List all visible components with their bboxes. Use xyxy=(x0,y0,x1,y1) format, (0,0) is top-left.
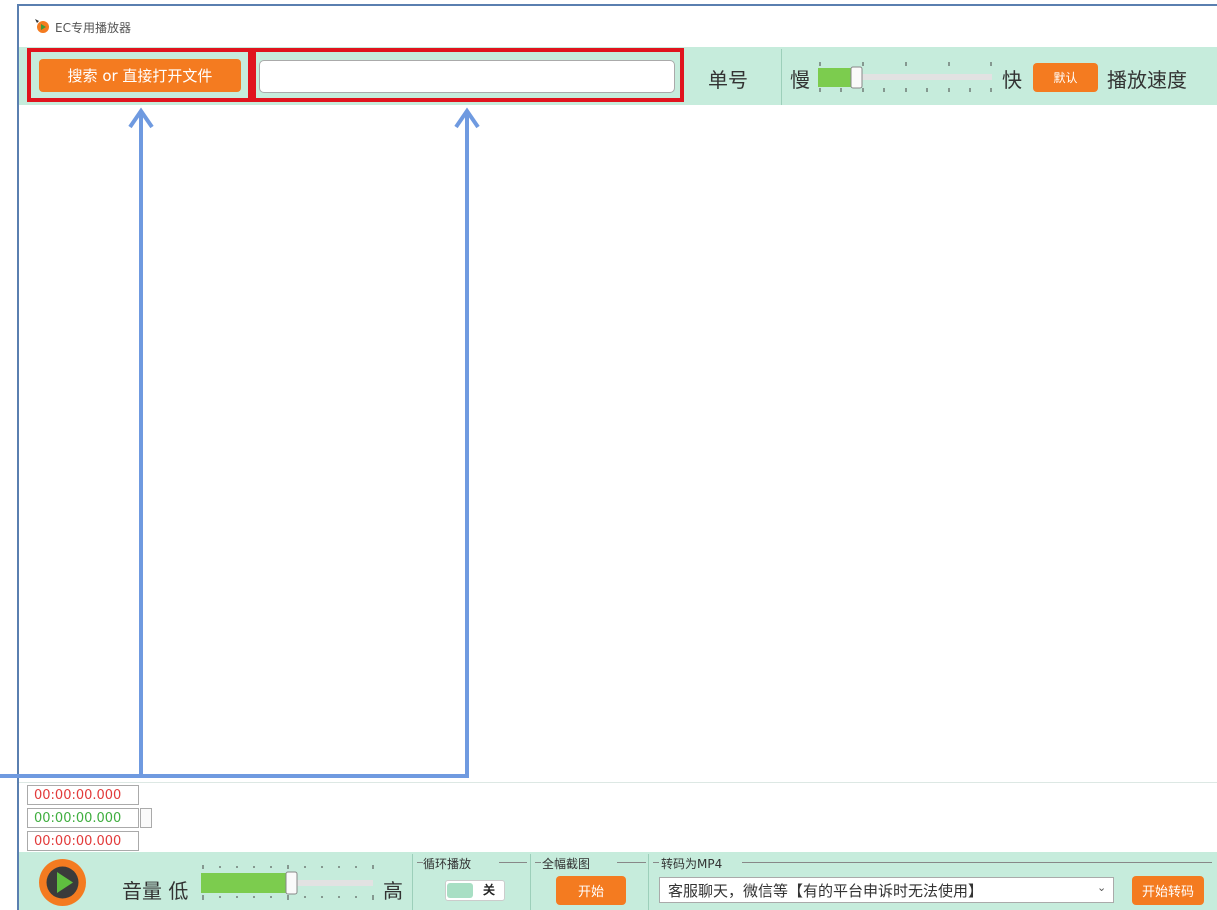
chevron-down-icon[interactable]: ⌄ xyxy=(1097,881,1106,894)
volume-slider-fill xyxy=(201,873,286,893)
start-convert-button[interactable]: 开始转码 xyxy=(1132,876,1204,905)
loop-group-title: 循环播放 xyxy=(423,857,472,871)
bottom-divider xyxy=(530,854,531,910)
start-time-display: 00:00:00.000 xyxy=(27,808,139,828)
window-frame xyxy=(17,4,1217,910)
highlight-open-button xyxy=(27,48,252,102)
bottom-divider xyxy=(412,854,413,910)
group-rule xyxy=(535,862,541,863)
play-icon xyxy=(46,866,79,899)
timeline-area xyxy=(19,782,1217,852)
group-rule xyxy=(742,862,1212,863)
current-time-display: 00:00:00.000 xyxy=(27,785,139,805)
playback-speed-label: 播放速度 xyxy=(1107,68,1187,92)
group-rule xyxy=(617,862,646,863)
app-icon xyxy=(33,17,50,34)
snapshot-start-button[interactable]: 开始 xyxy=(556,876,626,905)
mp4-preset-select[interactable]: 客服聊天，微信等【有的平台申诉时无法使用】 xyxy=(659,877,1114,903)
group-rule xyxy=(653,862,659,863)
mp4-group-title: 转码为MP4 xyxy=(661,857,723,871)
speed-slow-label: 慢 xyxy=(790,68,810,92)
play-button[interactable] xyxy=(39,859,86,906)
title-bar xyxy=(19,6,1217,46)
speed-slider-fill xyxy=(818,68,851,87)
default-speed-button[interactable]: 默认 xyxy=(1033,63,1098,92)
bottom-divider xyxy=(648,854,649,910)
highlight-search-input xyxy=(252,48,684,102)
speed-slider-thumb[interactable] xyxy=(850,66,863,89)
loop-toggle-state: 关 xyxy=(483,883,496,897)
speed-fast-label: 快 xyxy=(1002,68,1022,92)
volume-slider-thumb[interactable] xyxy=(285,871,298,895)
group-rule xyxy=(499,862,527,863)
speed-slider[interactable] xyxy=(815,60,995,95)
volume-high-label: 高 xyxy=(383,879,403,903)
timeline-handle[interactable] xyxy=(140,808,152,828)
window-title: EC专用播放器 xyxy=(55,21,131,35)
volume-slider[interactable] xyxy=(199,864,377,901)
loop-toggle-knob xyxy=(447,883,473,898)
toolbar-divider xyxy=(781,49,782,105)
snapshot-group-title: 全幅截图 xyxy=(542,857,591,871)
order-number-label: 单号 xyxy=(708,68,748,92)
volume-low-label: 音量 低 xyxy=(122,879,189,903)
end-time-display: 00:00:00.000 xyxy=(27,831,139,851)
